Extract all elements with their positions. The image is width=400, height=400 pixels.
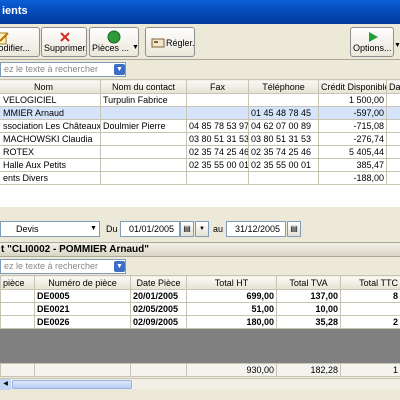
horizontal-scrollbar[interactable]: ◀ xyxy=(0,378,400,390)
scroll-left-icon[interactable]: ◀ xyxy=(0,379,11,390)
chevron-down-icon[interactable]: ▼ xyxy=(90,225,97,232)
total-ht-sum: 930,00 xyxy=(186,363,277,377)
document-type-select[interactable]: Devis xyxy=(0,221,100,237)
chevron-down-icon[interactable]: ▼ xyxy=(132,44,138,51)
pieces-icon xyxy=(107,30,121,44)
total-ttc-sum: 1 xyxy=(340,363,400,377)
table-row[interactable]: MMIER Arnaud 01 45 48 78 45 -597,00 xyxy=(0,106,400,120)
pieces-button[interactable]: Pièces ... ▼ xyxy=(89,27,139,57)
col-header-credit[interactable]: Crédit Disponible xyxy=(318,79,387,94)
table-row[interactable]: DE0026 02/09/2005 180,00 35,28 2 xyxy=(0,315,400,329)
col-header-date-piece[interactable]: Date Pièce xyxy=(130,275,187,290)
table-row[interactable]: ents Divers -188,00 xyxy=(0,171,400,185)
pieces-grid: pièce Numéro de pièce Date Pièce Total H… xyxy=(0,275,400,363)
calendar-from-icon[interactable]: ▤ xyxy=(180,221,194,237)
col-header-total-tva[interactable]: Total TVA xyxy=(276,275,341,290)
table-row[interactable]: VELOGICIEL Turpulin Fabrice 1 500,00 xyxy=(0,93,400,107)
col-header-piece[interactable]: pièce xyxy=(0,275,35,290)
table-row[interactable]: ROTEX 02 35 74 25 46 02 35 74 25 46 5 405,4… xyxy=(0,145,400,159)
play-icon xyxy=(366,30,380,44)
col-header-telephone[interactable]: Téléphone xyxy=(248,79,319,94)
payment-icon xyxy=(151,36,165,50)
regler-button[interactable]: Régler... xyxy=(145,27,195,57)
col-header-total-ht[interactable]: Total HT xyxy=(186,275,277,290)
table-row[interactable]: MACHOWSKI Claudia 03 80 51 31 53 03 80 51 … xyxy=(0,132,400,146)
scrollbar-thumb[interactable] xyxy=(12,380,132,389)
totals-row: 930,00 182,28 1 xyxy=(0,363,400,377)
au-label: au xyxy=(213,224,224,234)
modifier-button[interactable]: Modifier... xyxy=(0,27,40,57)
clients-grid: Nom Nom du contact Fax Téléphone Crédit … xyxy=(0,79,400,207)
title-bar: ients xyxy=(0,0,400,24)
date-from-dropdown-icon[interactable]: ▼ xyxy=(195,221,209,237)
table-row[interactable]: Halle Aux Petits 02 35 55 00 01 02 35 55 0… xyxy=(0,158,400,172)
options-button[interactable]: Options... xyxy=(350,27,394,57)
window-title: ients xyxy=(2,5,28,17)
status-strip xyxy=(0,390,400,400)
table-row[interactable]: DE0021 02/05/2005 51,00 10,00 xyxy=(0,302,400,316)
search-dropdown-icon[interactable]: ▼ xyxy=(114,64,125,75)
date-from-input[interactable]: 01/01/2005 xyxy=(120,221,180,237)
filter-bar: Devis ▼ Du : 01/01/2005 ▤ ▼ au 31/12/200… xyxy=(0,216,400,242)
options-dropdown-icon[interactable]: ▼ xyxy=(394,42,400,49)
col-header-total-ttc[interactable]: Total TTC xyxy=(340,275,400,290)
col-header-date[interactable]: Date xyxy=(386,79,400,94)
pieces-panel-header: t "CLI0002 - POMMIER Arnaud" xyxy=(0,242,400,257)
totals-table-row: 930,00 182,28 1 xyxy=(0,363,400,377)
pieces-header-row: pièce Numéro de pièce Date Pièce Total H… xyxy=(0,275,400,290)
table-row[interactable]: ssociation Les Châteaux de FDoulmier Pie… xyxy=(0,119,400,133)
panel-title: t "CLI0002 - POMMIER Arnaud" xyxy=(1,244,150,255)
clients-header-row: Nom Nom du contact Fax Téléphone Crédit … xyxy=(0,79,400,94)
col-header-contact[interactable]: Nom du contact xyxy=(100,79,187,94)
col-header-numero[interactable]: Numéro de pièce xyxy=(34,275,131,290)
col-header-nom[interactable]: Nom xyxy=(0,79,101,94)
client-search-input[interactable]: ez le texte à rechercher xyxy=(0,62,126,77)
toolbar: Modifier... Supprimer... Pièces ... ▼ Ré… xyxy=(0,24,400,60)
pieces-search-input[interactable]: ez le texte à rechercher xyxy=(0,259,126,274)
col-header-fax[interactable]: Fax xyxy=(186,79,249,94)
calendar-to-icon[interactable]: ▤ xyxy=(287,221,301,237)
table-row[interactable]: DE0005 20/01/2005 699,00 137,00 8 xyxy=(0,289,400,303)
supprimer-button[interactable]: Supprimer... xyxy=(41,27,87,57)
search2-dropdown-icon[interactable]: ▼ xyxy=(114,261,125,272)
date-to-input[interactable]: 31/12/2005 xyxy=(226,221,286,237)
delete-icon xyxy=(58,30,72,44)
total-tva-sum: 182,28 xyxy=(276,363,341,377)
